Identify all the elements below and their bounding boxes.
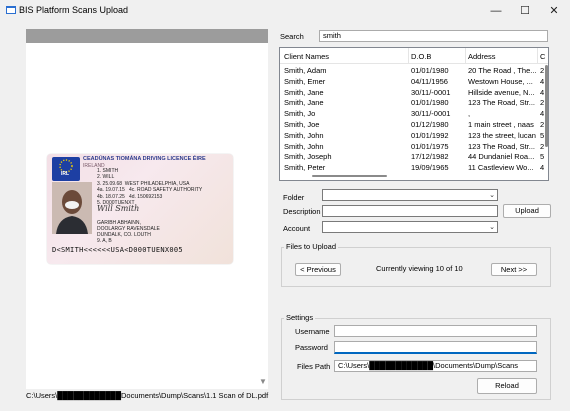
driving-licence-image: IRL CEADÚNAS TIOMÁNA DRIVING LICENCE ÉIR… [47,154,233,264]
table-cell: 11 Castleview Wo... [468,163,534,173]
reload-button[interactable]: Reload [477,378,537,394]
table-row[interactable]: Smith, Jo 30/11/-0001, 4 [280,108,544,119]
next-button[interactable]: Next >> [491,263,537,276]
table-cell: Smith, Jane [284,87,324,97]
licence-fields: 1. SMITH 2. WILL 3. 25.09.68 WEST PHILAD… [97,168,203,207]
column-address[interactable]: Address [468,52,496,61]
table-row[interactable]: Smith, Adam 01/01/1980 20 The Road , The..… [280,65,544,76]
table-cell: 20 The Road , The... [468,66,536,75]
eu-stars-icon [59,159,73,173]
table-cell: 123 The Road, Str... [468,98,535,108]
table-row[interactable]: Smith, Joe 01/12/1980 1 main street , naas… [280,119,544,130]
table-cell: 123 The Road, Str... [468,141,535,151]
column-dob[interactable]: D.O.B [411,52,431,61]
table-row[interactable]: Smith, John 01/01/1992 123 the street, luc… [280,130,544,141]
table-cell: Hillside avenue, N... [468,87,535,97]
licence-address: GARIBH ABHAINN, DOOLARGY RAVENSDALE DUND… [97,220,160,244]
grid-header: Client Names D.O.B Address C [280,48,548,64]
licence-mrz: D<SMITH<<<<<<USA<D000TUENX005 [52,246,183,254]
files-to-upload-title: Files to Upload [284,242,339,251]
table-cell: 01/01/1975 [411,141,449,151]
column-c[interactable]: C [540,52,545,61]
preview-toolbar [26,29,268,43]
eu-flag-icon: IRL [52,157,80,181]
files-path-input[interactable]: C:\Users\████████████\Documents\Dump\Sca… [334,360,537,372]
column-divider[interactable] [408,48,409,63]
table-cell: Westown House, ... [468,76,533,86]
column-client-names[interactable]: Client Names [284,52,329,61]
licence-header: CEADÚNAS TIOMÁNA DRIVING LICENCE ÉIRE [83,156,206,162]
table-cell: Smith, John [284,141,324,151]
account-label: Account [283,224,311,233]
table-cell: 30/11/-0001 [411,109,451,119]
table-cell: Smith, Joseph [284,152,332,162]
table-row[interactable]: Smith, Emer 04/11/1956 Westown House, ... 4 [280,76,544,87]
password-input[interactable] [334,341,537,354]
files-path-label: Files Path [297,362,331,371]
chevron-down-icon: ⌄ [489,224,495,231]
folder-select[interactable]: ⌄ [322,189,498,201]
folder-label: Folder [283,193,305,202]
licence-country-code: IRL [61,171,70,177]
column-divider[interactable] [465,48,466,63]
licence-photo [52,182,92,234]
table-cell: , [468,109,471,119]
client-grid[interactable]: Client Names D.O.B Address C Smith, Adam… [279,47,549,181]
table-row[interactable]: Smith, Jane 30/11/-0001 Hillside avenue, N… [280,87,544,98]
window-title: BIS Platform Scans Upload [19,5,129,15]
username-input[interactable] [334,325,537,337]
maximize-button[interactable]: ☐ [511,2,539,20]
chevron-down-icon: ⌄ [489,192,495,199]
upload-button[interactable]: Upload [503,204,551,218]
table-row[interactable]: Smith, John 01/01/1975 123 The Road, Str..… [280,141,544,152]
viewing-status: Currently viewing 10 of 10 [376,264,463,273]
table-row[interactable]: Smith, Jane 01/01/1980 123 The Road, Str..… [280,97,544,108]
column-divider[interactable] [537,48,538,63]
minimize-button[interactable]: — [482,2,510,20]
table-cell: 1 main street , naas [468,120,534,129]
table-row[interactable]: Smith, Peter 19/09/1965 11 Castleview Wo..… [280,162,544,173]
table-cell: Smith, Jo [284,109,316,119]
table-cell: Smith, Adam [284,66,327,75]
table-cell: Smith, John [284,130,324,140]
previous-button[interactable]: < Previous [295,263,341,276]
search-input[interactable]: smith [319,30,548,42]
table-cell: Smith, Joe [284,120,320,129]
username-label: Username [295,327,330,336]
grid-vertical-scrollbar[interactable] [544,62,548,172]
search-label: Search [280,32,304,41]
table-cell: 30/11/-0001 [411,87,451,97]
close-button[interactable]: ✕ [540,2,568,20]
app-icon [6,6,16,14]
grid-horizontal-scrollbar[interactable] [282,173,542,179]
table-cell: 01/12/1980 [411,120,449,129]
table-cell: 01/01/1992 [411,130,449,140]
account-select[interactable]: ⌄ [322,221,498,233]
table-cell: 01/01/1980 [411,66,449,75]
preview-file-path: C:\Users\████████████Documents\Dump\Scan… [26,391,269,400]
table-cell: Smith, Jane [284,98,324,108]
table-cell: 123 the street, lucan [468,130,536,140]
table-cell: 44 Dundaniel Roa... [468,152,535,162]
scrollbar-thumb[interactable] [545,65,548,147]
table-cell: Smith, Emer [284,76,326,86]
password-label: Password [295,343,328,352]
table-cell: 19/09/1965 [411,163,449,173]
table-row[interactable]: Smith, Joseph 17/12/1982 44 Dundaniel Roa.… [280,151,544,162]
table-cell: Smith, Peter [284,163,326,173]
settings-title: Settings [284,313,316,322]
portrait-icon [52,182,92,234]
table-cell: 01/01/1980 [411,98,449,108]
table-cell: 17/12/1982 [411,152,449,162]
scrollbar-thumb[interactable] [312,175,387,177]
licence-signature: Will Smith [97,204,140,213]
table-cell: 04/11/1956 [411,76,448,86]
title-bar: BIS Platform Scans Upload — ☐ ✕ [0,0,570,22]
scroll-down-icon[interactable]: ▼ [258,377,268,387]
description-input[interactable] [322,205,498,217]
description-label: Description [283,207,321,216]
